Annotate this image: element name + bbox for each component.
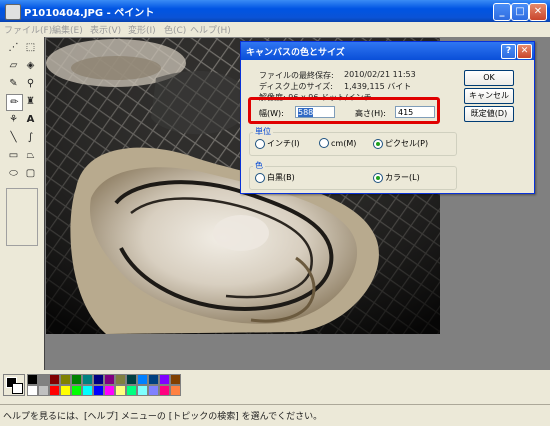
- background-color: [12, 383, 23, 394]
- last-saved-label: ファイルの最終保存:: [259, 71, 334, 80]
- rect-select-icon[interactable]: ⬚: [23, 40, 38, 55]
- status-bar: ヘルプを見るには、[ヘルプ] メニューの [トピックの検索] を選んでください。: [0, 404, 550, 426]
- dialog-title-bar: キャンバスの色とサイズ ? ✕: [241, 42, 534, 60]
- disk-size-value: 1,439,115 バイト: [344, 82, 412, 91]
- dialog-title: キャンバスの色とサイズ: [246, 48, 345, 58]
- palette-swatch[interactable]: [137, 374, 148, 385]
- radio-dot: [255, 138, 265, 149]
- menu-bar: ファイル(F) 編集(E) 表示(V) 変形(I) 色(C) ヘルプ(H): [0, 22, 550, 37]
- ok-button[interactable]: OK: [464, 70, 514, 86]
- brush-icon[interactable]: ♜: [23, 94, 38, 109]
- title-bar: P1010404.JPG - ペイント _ □ ✕: [0, 0, 550, 22]
- palette-swatch[interactable]: [170, 374, 181, 385]
- line-icon[interactable]: ╲: [6, 130, 21, 145]
- ellipse-icon[interactable]: ⬭: [6, 166, 21, 181]
- default-button[interactable]: 既定値(D): [464, 106, 514, 122]
- palette-swatch[interactable]: [71, 374, 82, 385]
- menu-colors[interactable]: 色(C): [164, 23, 186, 36]
- palette-swatch[interactable]: [27, 385, 38, 396]
- unit-inch-radio[interactable]: インチ(I): [255, 138, 300, 149]
- palette-swatch[interactable]: [148, 374, 159, 385]
- eraser-icon[interactable]: ▱: [6, 58, 21, 73]
- palette-swatch[interactable]: [93, 385, 104, 396]
- palette-swatch[interactable]: [159, 374, 170, 385]
- unit-cm-label: cm(M): [331, 138, 357, 148]
- disk-size-label: ディスク上のサイズ:: [259, 82, 333, 91]
- palette-swatch[interactable]: [115, 385, 126, 396]
- color-color-radio[interactable]: カラー(L): [373, 172, 420, 183]
- tool-options[interactable]: [6, 188, 38, 246]
- palette-swatch[interactable]: [104, 374, 115, 385]
- dialog-close-button[interactable]: ✕: [517, 44, 532, 59]
- airbrush-icon[interactable]: ⚘: [6, 112, 21, 127]
- menu-image[interactable]: 変形(I): [128, 23, 156, 36]
- rounded-rect-icon[interactable]: ▢: [23, 166, 38, 181]
- magnifier-icon[interactable]: ⚲: [23, 76, 38, 91]
- paint-window: P1010404.JPG - ペイント _ □ ✕ ファイル(F) 編集(E) …: [0, 0, 550, 426]
- palette-swatch[interactable]: [148, 385, 159, 396]
- text-icon[interactable]: A: [23, 112, 38, 127]
- radio-dot-selected: [373, 138, 383, 149]
- palette-swatch[interactable]: [82, 374, 93, 385]
- paint-app-icon: [5, 4, 21, 20]
- rectangle-icon[interactable]: ▭: [6, 148, 21, 163]
- window-title: P1010404.JPG - ペイント: [24, 8, 155, 19]
- minimize-button[interactable]: _: [493, 3, 511, 21]
- curve-icon[interactable]: ∫: [23, 130, 38, 145]
- palette-swatch[interactable]: [60, 374, 71, 385]
- color-mono-radio[interactable]: 白黒(B): [255, 172, 295, 183]
- color-picker-icon[interactable]: ✎: [6, 76, 21, 91]
- palette-swatch[interactable]: [137, 385, 148, 396]
- polygon-icon[interactable]: ⏢: [23, 148, 38, 163]
- palette-swatch[interactable]: [82, 385, 93, 396]
- fill-icon[interactable]: ◈: [23, 58, 38, 73]
- pencil-icon[interactable]: ✏: [6, 94, 23, 111]
- highlight-box: [248, 97, 440, 124]
- color-mono-label: 白黒(B): [267, 173, 295, 182]
- maximize-button[interactable]: □: [511, 3, 529, 21]
- palette-swatch[interactable]: [126, 374, 137, 385]
- menu-edit[interactable]: 編集(E): [52, 23, 83, 36]
- radio-dot: [319, 138, 329, 148]
- palette-swatch[interactable]: [38, 374, 49, 385]
- palette-swatch[interactable]: [93, 374, 104, 385]
- radio-dot-selected: [373, 172, 383, 183]
- help-icon[interactable]: ?: [501, 44, 516, 59]
- radio-dot: [255, 172, 265, 183]
- unit-inch-label: インチ(I): [267, 139, 300, 148]
- free-select-icon[interactable]: ⋰: [6, 40, 21, 55]
- palette-swatch[interactable]: [115, 374, 126, 385]
- units-group-label: 単位: [253, 126, 273, 137]
- color-palette: [0, 370, 550, 404]
- unit-cm-radio[interactable]: cm(M): [319, 138, 356, 148]
- close-button[interactable]: ✕: [529, 3, 547, 21]
- palette-swatch[interactable]: [159, 385, 170, 396]
- palette-swatch[interactable]: [126, 385, 137, 396]
- menu-help[interactable]: ヘルプ(H): [190, 23, 231, 36]
- current-colors[interactable]: [3, 374, 25, 396]
- palette-swatch[interactable]: [49, 385, 60, 396]
- palette-swatch[interactable]: [104, 385, 115, 396]
- palette-swatch[interactable]: [71, 385, 82, 396]
- menu-view[interactable]: 表示(V): [90, 23, 121, 36]
- status-text: ヘルプを見るには、[ヘルプ] メニューの [トピックの検索] を選んでください。: [3, 412, 323, 422]
- unit-pixel-radio[interactable]: ピクセル(P): [373, 138, 428, 149]
- palette-swatch[interactable]: [49, 374, 60, 385]
- color-color-label: カラー(L): [385, 173, 420, 182]
- unit-pixel-label: ピクセル(P): [385, 139, 429, 148]
- palette-swatch[interactable]: [27, 374, 38, 385]
- last-saved-value: 2010/02/21 11:53: [344, 70, 416, 79]
- palette-swatch[interactable]: [170, 385, 181, 396]
- color-group-label: 色: [253, 160, 265, 171]
- palette-swatch[interactable]: [38, 385, 49, 396]
- palette-swatch[interactable]: [60, 385, 71, 396]
- cancel-button[interactable]: キャンセル: [464, 88, 514, 104]
- menu-file[interactable]: ファイル(F): [4, 23, 52, 36]
